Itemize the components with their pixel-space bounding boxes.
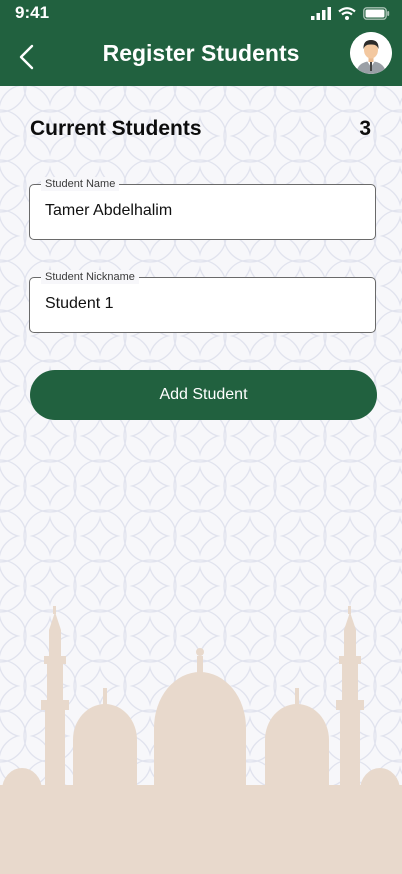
user-avatar-icon <box>350 32 392 74</box>
wifi-icon <box>338 6 356 20</box>
app-header: Register Students <box>0 26 402 86</box>
battery-icon <box>363 6 390 20</box>
student-name-input[interactable] <box>45 202 355 220</box>
status-icons <box>311 6 390 20</box>
status-time: 9:41 <box>15 3 50 22</box>
current-students-title: Current Students <box>30 117 202 140</box>
student-nickname-input[interactable] <box>45 295 355 313</box>
chevron-left-icon <box>19 44 34 70</box>
student-name-label: Student Name <box>41 177 120 191</box>
add-student-button[interactable]: Add Student <box>30 370 377 420</box>
status-bar: 9:41 <box>0 0 402 26</box>
student-count: 3 <box>359 117 371 140</box>
signal-icon <box>311 6 331 20</box>
mosque-silhouette <box>0 606 402 874</box>
student-nickname-field[interactable]: Student Nickname <box>29 270 376 333</box>
page-title: Register Students <box>102 40 300 66</box>
avatar[interactable] <box>350 32 392 74</box>
back-button[interactable] <box>10 40 44 74</box>
student-name-field[interactable]: Student Name <box>29 177 376 240</box>
student-nickname-label: Student Nickname <box>41 270 139 284</box>
